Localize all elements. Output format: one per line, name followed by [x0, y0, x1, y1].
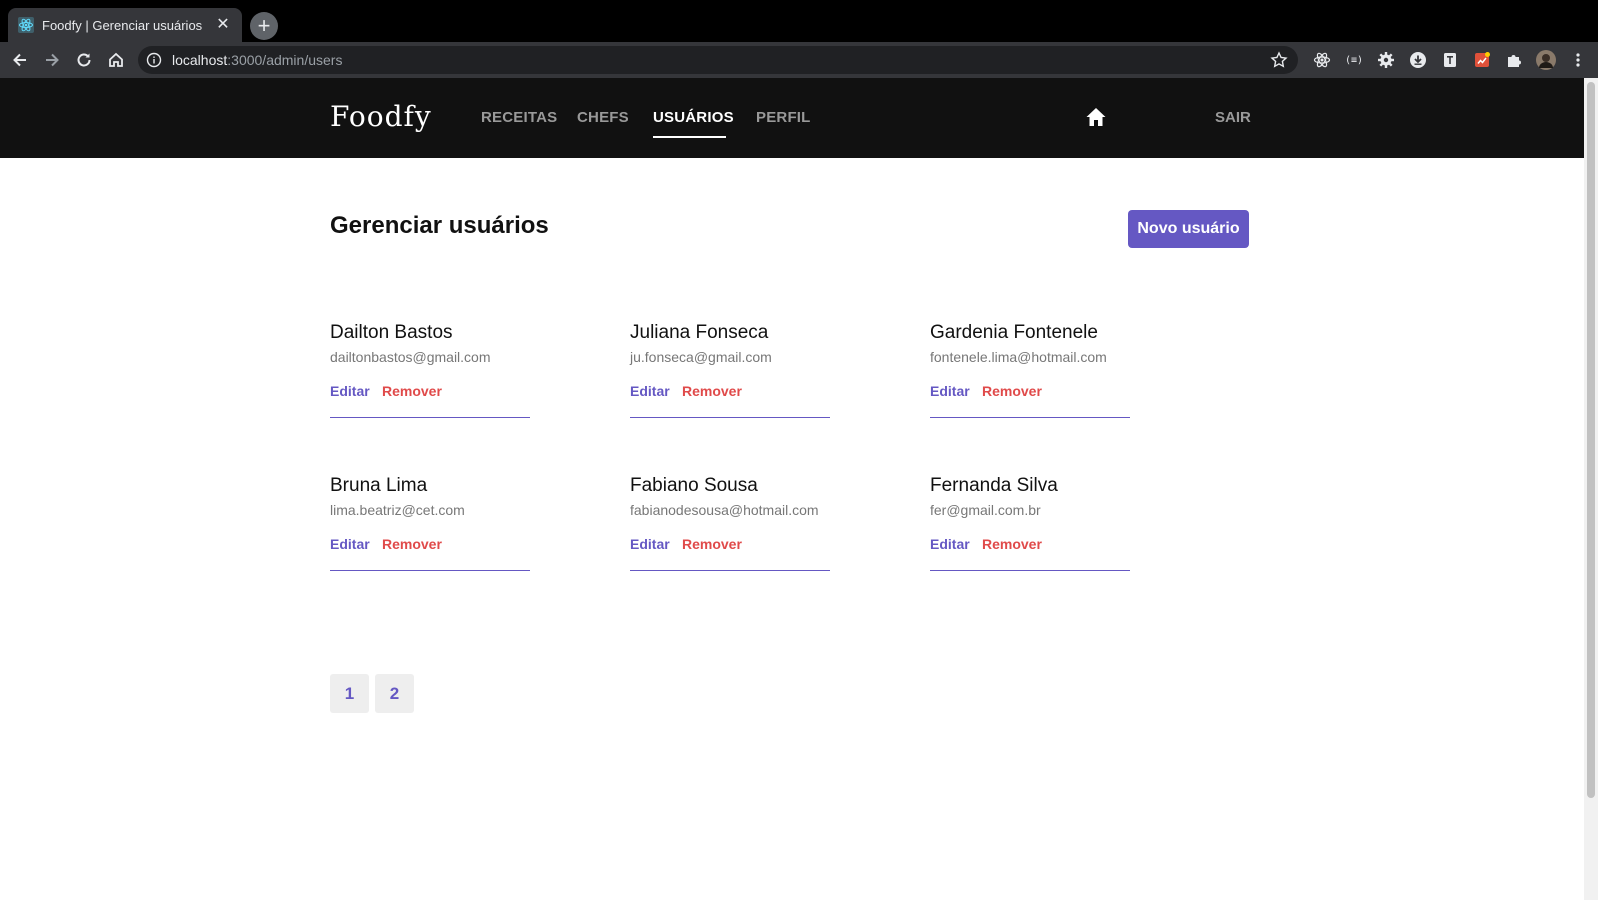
user-name: Fabiano Sousa	[630, 475, 758, 496]
edit-link[interactable]: Editar	[630, 536, 670, 552]
user-card: Fabiano Sousa fabianodesousa@hotmail.com…	[630, 475, 830, 571]
user-name: Dailton Bastos	[330, 322, 453, 343]
menu-icon[interactable]	[1568, 50, 1588, 70]
edit-link[interactable]: Editar	[930, 383, 970, 399]
user-email: ju.fonseca@gmail.com	[630, 349, 772, 365]
edit-link[interactable]: Editar	[330, 536, 370, 552]
reload-icon[interactable]	[72, 48, 96, 72]
browser-tab[interactable]: Foodfy | Gerenciar usuários ✕	[8, 8, 242, 42]
puzzle-icon[interactable]	[1504, 50, 1524, 70]
remove-link[interactable]: Remover	[682, 383, 742, 399]
gear-icon[interactable]	[1376, 50, 1396, 70]
address-bar[interactable]: localhost:3000/admin/users	[138, 46, 1298, 74]
info-icon[interactable]	[146, 52, 162, 68]
page-title: Gerenciar usuários	[330, 212, 549, 239]
active-nav-underline	[653, 136, 726, 138]
user-card: Juliana Fonseca ju.fonseca@gmail.com Edi…	[630, 322, 830, 418]
url-text: localhost:3000/admin/users	[172, 52, 342, 68]
json-viewer-icon[interactable]: (≡)	[1344, 50, 1364, 70]
tab-title: Foodfy | Gerenciar usuários	[42, 17, 203, 33]
extension-badge-icon[interactable]	[1472, 50, 1492, 70]
user-card: Gardenia Fontenele fontenele.lima@hotmai…	[930, 322, 1130, 418]
star-icon[interactable]	[1270, 51, 1288, 69]
edit-link[interactable]: Editar	[630, 383, 670, 399]
edit-link[interactable]: Editar	[930, 536, 970, 552]
remove-link[interactable]: Remover	[382, 536, 442, 552]
user-name: Fernanda Silva	[930, 475, 1058, 496]
nav-recipes[interactable]: RECEITAS	[481, 109, 557, 126]
nav-profile[interactable]: PERFIL	[756, 109, 811, 126]
new-user-button[interactable]: Novo usuário	[1128, 210, 1249, 248]
new-tab-button[interactable]: +	[250, 12, 278, 40]
user-name: Juliana Fonseca	[630, 322, 769, 343]
scrollbar-thumb[interactable]	[1587, 82, 1595, 798]
user-email: dailtonbastos@gmail.com	[330, 349, 491, 365]
user-email: fabianodesousa@hotmail.com	[630, 502, 819, 518]
user-card: Fernanda Silva fer@gmail.com.br Editar R…	[930, 475, 1130, 571]
edit-link[interactable]: Editar	[330, 383, 370, 399]
user-email: lima.beatriz@cet.com	[330, 502, 465, 518]
page-2-button[interactable]: 2	[375, 674, 414, 713]
nav-users[interactable]: USUÁRIOS	[653, 109, 734, 126]
scrollbar[interactable]	[1584, 78, 1598, 900]
browser-toolbar: localhost:3000/admin/users (≡)	[0, 42, 1598, 78]
avatar[interactable]	[1536, 50, 1556, 70]
app-header: Foodfy RECEITAS CHEFS USUÁRIOS PERFIL SA…	[0, 78, 1584, 158]
url-path: :3000/admin/users	[227, 52, 343, 68]
remove-link[interactable]: Remover	[982, 536, 1042, 552]
user-email: fontenele.lima@hotmail.com	[930, 349, 1107, 365]
home-icon[interactable]	[1085, 106, 1107, 128]
user-email: fer@gmail.com.br	[930, 502, 1041, 518]
remove-link[interactable]: Remover	[382, 383, 442, 399]
nav-chefs[interactable]: CHEFS	[577, 109, 629, 126]
user-name: Gardenia Fontenele	[930, 322, 1098, 343]
logout-link[interactable]: SAIR	[1215, 109, 1251, 126]
url-host: localhost	[172, 52, 228, 68]
browser-tabstrip: Foodfy | Gerenciar usuários ✕ +	[0, 0, 1598, 42]
react-icon	[18, 17, 34, 33]
user-card: Bruna Lima lima.beatriz@cet.com Editar R…	[330, 475, 530, 571]
page-1-button[interactable]: 1	[330, 674, 369, 713]
download-icon[interactable]	[1408, 50, 1428, 70]
remove-link[interactable]: Remover	[982, 383, 1042, 399]
forward-icon[interactable]	[40, 48, 64, 72]
back-icon[interactable]	[8, 48, 32, 72]
notes-icon[interactable]	[1440, 50, 1460, 70]
user-card: Dailton Bastos dailtonbastos@gmail.com E…	[330, 322, 530, 418]
home-icon[interactable]	[104, 48, 128, 72]
react-devtools-icon[interactable]	[1312, 50, 1332, 70]
close-icon[interactable]: ✕	[214, 16, 232, 34]
logo[interactable]: Foodfy	[330, 100, 432, 133]
remove-link[interactable]: Remover	[682, 536, 742, 552]
user-name: Bruna Lima	[330, 475, 428, 496]
